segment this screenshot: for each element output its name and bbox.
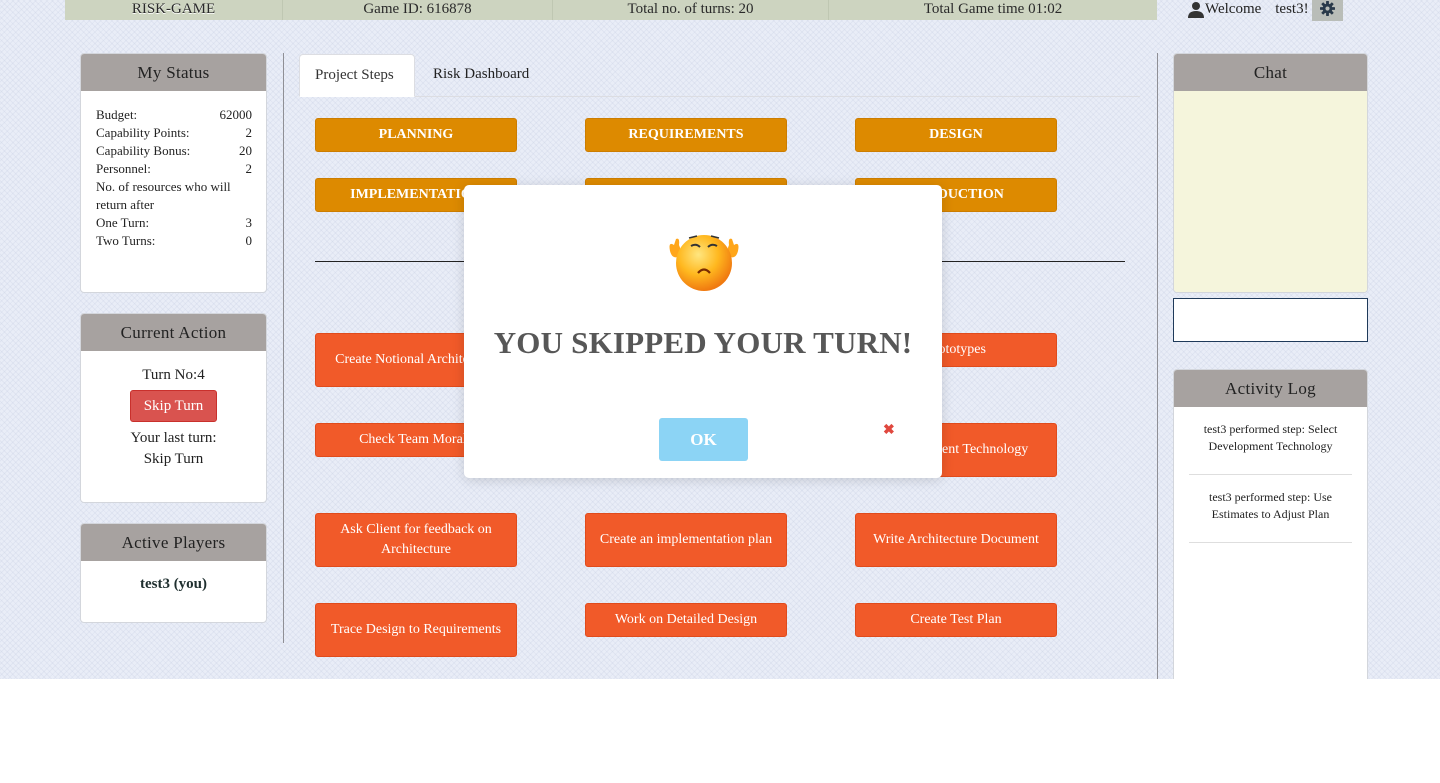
phase-planning-button[interactable]: PLANNING [315, 118, 517, 152]
current-action-title: Current Action [81, 314, 266, 351]
status-row-capability-bonus: Capability Bonus: 20 [96, 143, 252, 158]
chat-input[interactable] [1173, 298, 1368, 342]
log-entry: test3 performed step: Select Development… [1189, 407, 1352, 475]
last-turn-label: Your last turn: [130, 430, 217, 446]
modal-message: YOU SKIPPED YOUR TURN! [493, 325, 913, 360]
current-action-panel: Current Action Turn No:4 Skip Turn Your … [80, 313, 267, 503]
status-row-two-turns: Two Turns: 0 [96, 233, 252, 248]
my-status-title: My Status [81, 54, 266, 91]
steps-separator [315, 261, 465, 262]
step-ask-client-feedback-button[interactable]: Ask Client for feedback on Architecture [315, 513, 517, 567]
phase-design-button[interactable]: DESIGN [855, 118, 1057, 152]
welcome-area: Welcome test3! [1188, 1, 1309, 18]
gear-icon [1320, 0, 1335, 21]
sad-emoji-icon [664, 233, 744, 295]
step-write-architecture-document-button[interactable]: Write Architecture Document [855, 513, 1057, 567]
game-id: Game ID: 616878 [283, 0, 553, 20]
tab-project-steps[interactable]: Project Steps [299, 54, 415, 97]
status-row-personnel: Personnel: 2 [96, 161, 252, 176]
turn-number: Turn No:4 [142, 367, 205, 383]
right-divider [1157, 53, 1158, 679]
log-entry: test3 performed step: Use Estimates to A… [1189, 475, 1352, 543]
last-turn-value: Skip Turn [143, 451, 204, 467]
tab-risk-dashboard[interactable]: Risk Dashboard [418, 54, 544, 97]
chat-panel: Chat [1173, 53, 1368, 293]
step-work-on-detailed-design-button[interactable]: Work on Detailed Design [585, 603, 787, 637]
status-row-budget: Budget: 62000 [96, 107, 252, 122]
welcome-label: Welcome [1205, 1, 1262, 17]
close-icon[interactable]: ✖ [883, 422, 895, 439]
status-row-one-turn: One Turn: 3 [96, 215, 252, 230]
chat-messages [1174, 91, 1367, 292]
activity-log-panel: Activity Log test3 performed step: Selec… [1173, 369, 1368, 689]
chat-title: Chat [1174, 54, 1367, 91]
page-footer [0, 679, 1440, 783]
resources-return-label: No. of resources who will return after [96, 179, 231, 212]
username: test3! [1275, 1, 1309, 17]
ok-button[interactable]: OK [659, 418, 748, 461]
steps-separator [942, 261, 1125, 262]
total-game-time: Total Game time 01:02 [923, 1, 1063, 17]
phase-requirements-button[interactable]: REQUIREMENTS [585, 118, 787, 152]
active-players-panel: Active Players test3 (you) [80, 523, 267, 623]
app-name: RISK-GAME [65, 0, 283, 20]
top-bar: RISK-GAME Game ID: 616878 Total no. of t… [65, 0, 1157, 20]
total-turns: Total no. of turns: 20 [553, 0, 829, 20]
status-row-capability-points: Capability Points: 2 [96, 125, 252, 140]
step-create-test-plan-button[interactable]: Create Test Plan [855, 603, 1057, 637]
active-players-title: Active Players [81, 524, 266, 561]
skip-turn-modal: YOU SKIPPED YOUR TURN! OK ✖ [464, 185, 942, 478]
skip-turn-button[interactable]: Skip Turn [130, 390, 217, 422]
step-trace-design-button[interactable]: Trace Design to Requirements [315, 603, 517, 657]
activity-log-title: Activity Log [1174, 370, 1367, 407]
player-item: test3 (you) [139, 576, 208, 592]
user-icon [1188, 1, 1204, 18]
my-status-panel: My Status Budget: 62000 Capability Points… [80, 53, 267, 293]
settings-button[interactable] [1312, 0, 1343, 21]
step-create-implementation-plan-button[interactable]: Create an implementation plan [585, 513, 787, 567]
left-divider [283, 53, 284, 643]
